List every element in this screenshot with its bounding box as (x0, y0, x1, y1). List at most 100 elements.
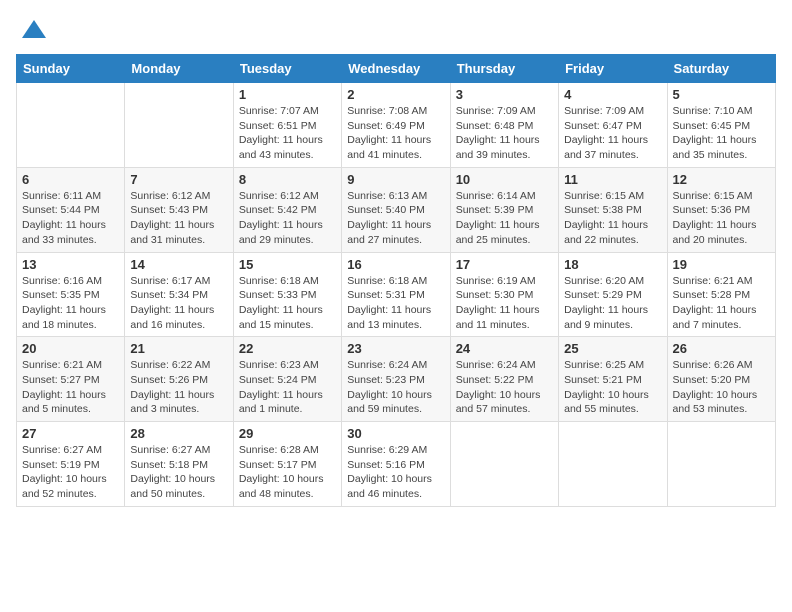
calendar-cell: 12Sunrise: 6:15 AM Sunset: 5:36 PM Dayli… (667, 167, 775, 252)
calendar-cell: 22 Sunrise: 6:23 AM Sunset: 5:24 PM Dayli… (233, 337, 341, 422)
day-info: Sunrise: 6:24 AM Sunset: 5:22 PM Dayligh… (456, 358, 553, 417)
calendar-cell: 14 Sunrise: 6:17 AM Sunset: 5:34 PM Dayli… (125, 252, 233, 337)
logo-icon (20, 16, 48, 44)
day-info: Sunrise: 6:27 AM Sunset: 5:18 PM Dayligh… (130, 443, 227, 502)
day-info: Sunrise: 6:18 AM Sunset: 5:31 PM Dayligh… (347, 274, 444, 333)
day-number: 6 (22, 172, 119, 187)
day-of-week-header: Tuesday (233, 55, 341, 83)
day-info: Sunrise: 6:11 AM Sunset: 5:44 PM Dayligh… (22, 189, 119, 248)
day-number: 15 (239, 257, 336, 272)
calendar-cell: 9 Sunrise: 6:13 AM Sunset: 5:40 PM Daylig… (342, 167, 450, 252)
calendar-cell: 13 Sunrise: 6:16 AM Sunset: 5:35 PM Dayli… (17, 252, 125, 337)
calendar-week-row: 13 Sunrise: 6:16 AM Sunset: 5:35 PM Dayli… (17, 252, 776, 337)
calendar-cell (125, 83, 233, 168)
day-number: 18 (564, 257, 661, 272)
calendar-cell: 21 Sunrise: 6:22 AM Sunset: 5:26 PM Dayli… (125, 337, 233, 422)
day-of-week-header: Saturday (667, 55, 775, 83)
day-number: 22 (239, 341, 336, 356)
calendar-cell: 6 Sunrise: 6:11 AM Sunset: 5:44 PM Daylig… (17, 167, 125, 252)
calendar-cell: 5 Sunrise: 7:10 AM Sunset: 6:45 PM Daylig… (667, 83, 775, 168)
day-number: 20 (22, 341, 119, 356)
calendar-cell: 19Sunrise: 6:21 AM Sunset: 5:28 PM Dayli… (667, 252, 775, 337)
calendar-cell: 2 Sunrise: 7:08 AM Sunset: 6:49 PM Daylig… (342, 83, 450, 168)
day-info: Sunrise: 6:12 AM Sunset: 5:43 PM Dayligh… (130, 189, 227, 248)
day-info: Sunrise: 6:22 AM Sunset: 5:26 PM Dayligh… (130, 358, 227, 417)
day-info: Sunrise: 6:18 AM Sunset: 5:33 PM Dayligh… (239, 274, 336, 333)
day-info: Sunrise: 6:25 AM Sunset: 5:21 PM Dayligh… (564, 358, 661, 417)
calendar-cell: 4Sunrise: 7:09 AM Sunset: 6:47 PM Daylig… (559, 83, 667, 168)
calendar-cell: 3 Sunrise: 7:09 AM Sunset: 6:48 PM Daylig… (450, 83, 558, 168)
calendar-cell (450, 422, 558, 507)
calendar-cell (17, 83, 125, 168)
day-number: 3 (456, 87, 553, 102)
calendar-cell: 30 Sunrise: 6:29 AM Sunset: 5:16 PM Dayli… (342, 422, 450, 507)
calendar-cell: 24 Sunrise: 6:24 AM Sunset: 5:22 PM Dayli… (450, 337, 558, 422)
logo (16, 16, 48, 44)
day-info: Sunrise: 6:17 AM Sunset: 5:34 PM Dayligh… (130, 274, 227, 333)
calendar-cell: 17Sunrise: 6:19 AM Sunset: 5:30 PM Dayli… (450, 252, 558, 337)
day-info: Sunrise: 6:16 AM Sunset: 5:35 PM Dayligh… (22, 274, 119, 333)
day-number: 29 (239, 426, 336, 441)
day-number: 25 (564, 341, 661, 356)
calendar-cell: 25 Sunrise: 6:25 AM Sunset: 5:21 PM Dayli… (559, 337, 667, 422)
day-info: Sunrise: 6:21 AM Sunset: 5:28 PM Dayligh… (673, 274, 770, 333)
day-info: Sunrise: 6:29 AM Sunset: 5:16 PM Dayligh… (347, 443, 444, 502)
day-number: 30 (347, 426, 444, 441)
calendar-cell: 1 Sunrise: 7:07 AM Sunset: 6:51 PM Daylig… (233, 83, 341, 168)
day-number: 11 (564, 172, 661, 187)
calendar-cell: 29 Sunrise: 6:28 AM Sunset: 5:17 PM Dayli… (233, 422, 341, 507)
day-number: 23 (347, 341, 444, 356)
day-info: Sunrise: 6:28 AM Sunset: 5:17 PM Dayligh… (239, 443, 336, 502)
day-of-week-header: Friday (559, 55, 667, 83)
day-number: 2 (347, 87, 444, 102)
day-of-week-header: Thursday (450, 55, 558, 83)
day-info: Sunrise: 6:20 AM Sunset: 5:29 PM Dayligh… (564, 274, 661, 333)
day-info: Sunrise: 6:27 AM Sunset: 5:19 PM Dayligh… (22, 443, 119, 502)
day-of-week-header: Wednesday (342, 55, 450, 83)
calendar-cell: 15 Sunrise: 6:18 AM Sunset: 5:33 PM Dayli… (233, 252, 341, 337)
calendar-cell: 8 Sunrise: 6:12 AM Sunset: 5:42 PM Daylig… (233, 167, 341, 252)
day-of-week-header: Monday (125, 55, 233, 83)
day-number: 13 (22, 257, 119, 272)
page-header (16, 16, 776, 44)
day-info: Sunrise: 6:13 AM Sunset: 5:40 PM Dayligh… (347, 189, 444, 248)
calendar-cell: 26Sunrise: 6:26 AM Sunset: 5:20 PM Dayli… (667, 337, 775, 422)
day-number: 1 (239, 87, 336, 102)
calendar-cell (559, 422, 667, 507)
day-number: 14 (130, 257, 227, 272)
day-info: Sunrise: 7:10 AM Sunset: 6:45 PM Dayligh… (673, 104, 770, 163)
day-number: 8 (239, 172, 336, 187)
day-number: 28 (130, 426, 227, 441)
day-number: 10 (456, 172, 553, 187)
calendar-week-row: 20 Sunrise: 6:21 AM Sunset: 5:27 PM Dayli… (17, 337, 776, 422)
day-number: 5 (673, 87, 770, 102)
day-info: Sunrise: 7:09 AM Sunset: 6:47 PM Dayligh… (564, 104, 661, 163)
calendar-cell (667, 422, 775, 507)
day-info: Sunrise: 6:24 AM Sunset: 5:23 PM Dayligh… (347, 358, 444, 417)
calendar-cell: 28 Sunrise: 6:27 AM Sunset: 5:18 PM Dayli… (125, 422, 233, 507)
day-info: Sunrise: 6:12 AM Sunset: 5:42 PM Dayligh… (239, 189, 336, 248)
day-of-week-header: Sunday (17, 55, 125, 83)
day-number: 21 (130, 341, 227, 356)
calendar-week-row: 6 Sunrise: 6:11 AM Sunset: 5:44 PM Daylig… (17, 167, 776, 252)
day-info: Sunrise: 6:21 AM Sunset: 5:27 PM Dayligh… (22, 358, 119, 417)
day-info: Sunrise: 7:07 AM Sunset: 6:51 PM Dayligh… (239, 104, 336, 163)
day-info: Sunrise: 6:15 AM Sunset: 5:38 PM Dayligh… (564, 189, 661, 248)
calendar-cell: 11 Sunrise: 6:15 AM Sunset: 5:38 PM Dayli… (559, 167, 667, 252)
day-number: 9 (347, 172, 444, 187)
day-info: Sunrise: 6:15 AM Sunset: 5:36 PM Dayligh… (673, 189, 770, 248)
calendar-cell: 20 Sunrise: 6:21 AM Sunset: 5:27 PM Dayli… (17, 337, 125, 422)
day-info: Sunrise: 6:14 AM Sunset: 5:39 PM Dayligh… (456, 189, 553, 248)
day-info: Sunrise: 7:09 AM Sunset: 6:48 PM Dayligh… (456, 104, 553, 163)
day-number: 7 (130, 172, 227, 187)
day-info: Sunrise: 6:26 AM Sunset: 5:20 PM Dayligh… (673, 358, 770, 417)
calendar-week-row: 27 Sunrise: 6:27 AM Sunset: 5:19 PM Dayli… (17, 422, 776, 507)
day-info: Sunrise: 7:08 AM Sunset: 6:49 PM Dayligh… (347, 104, 444, 163)
calendar-cell: 18 Sunrise: 6:20 AM Sunset: 5:29 PM Dayli… (559, 252, 667, 337)
day-number: 24 (456, 341, 553, 356)
day-number: 27 (22, 426, 119, 441)
day-number: 17 (456, 257, 553, 272)
calendar-table: SundayMondayTuesdayWednesdayThursdayFrid… (16, 54, 776, 507)
day-info: Sunrise: 6:23 AM Sunset: 5:24 PM Dayligh… (239, 358, 336, 417)
calendar-cell: 16Sunrise: 6:18 AM Sunset: 5:31 PM Dayli… (342, 252, 450, 337)
